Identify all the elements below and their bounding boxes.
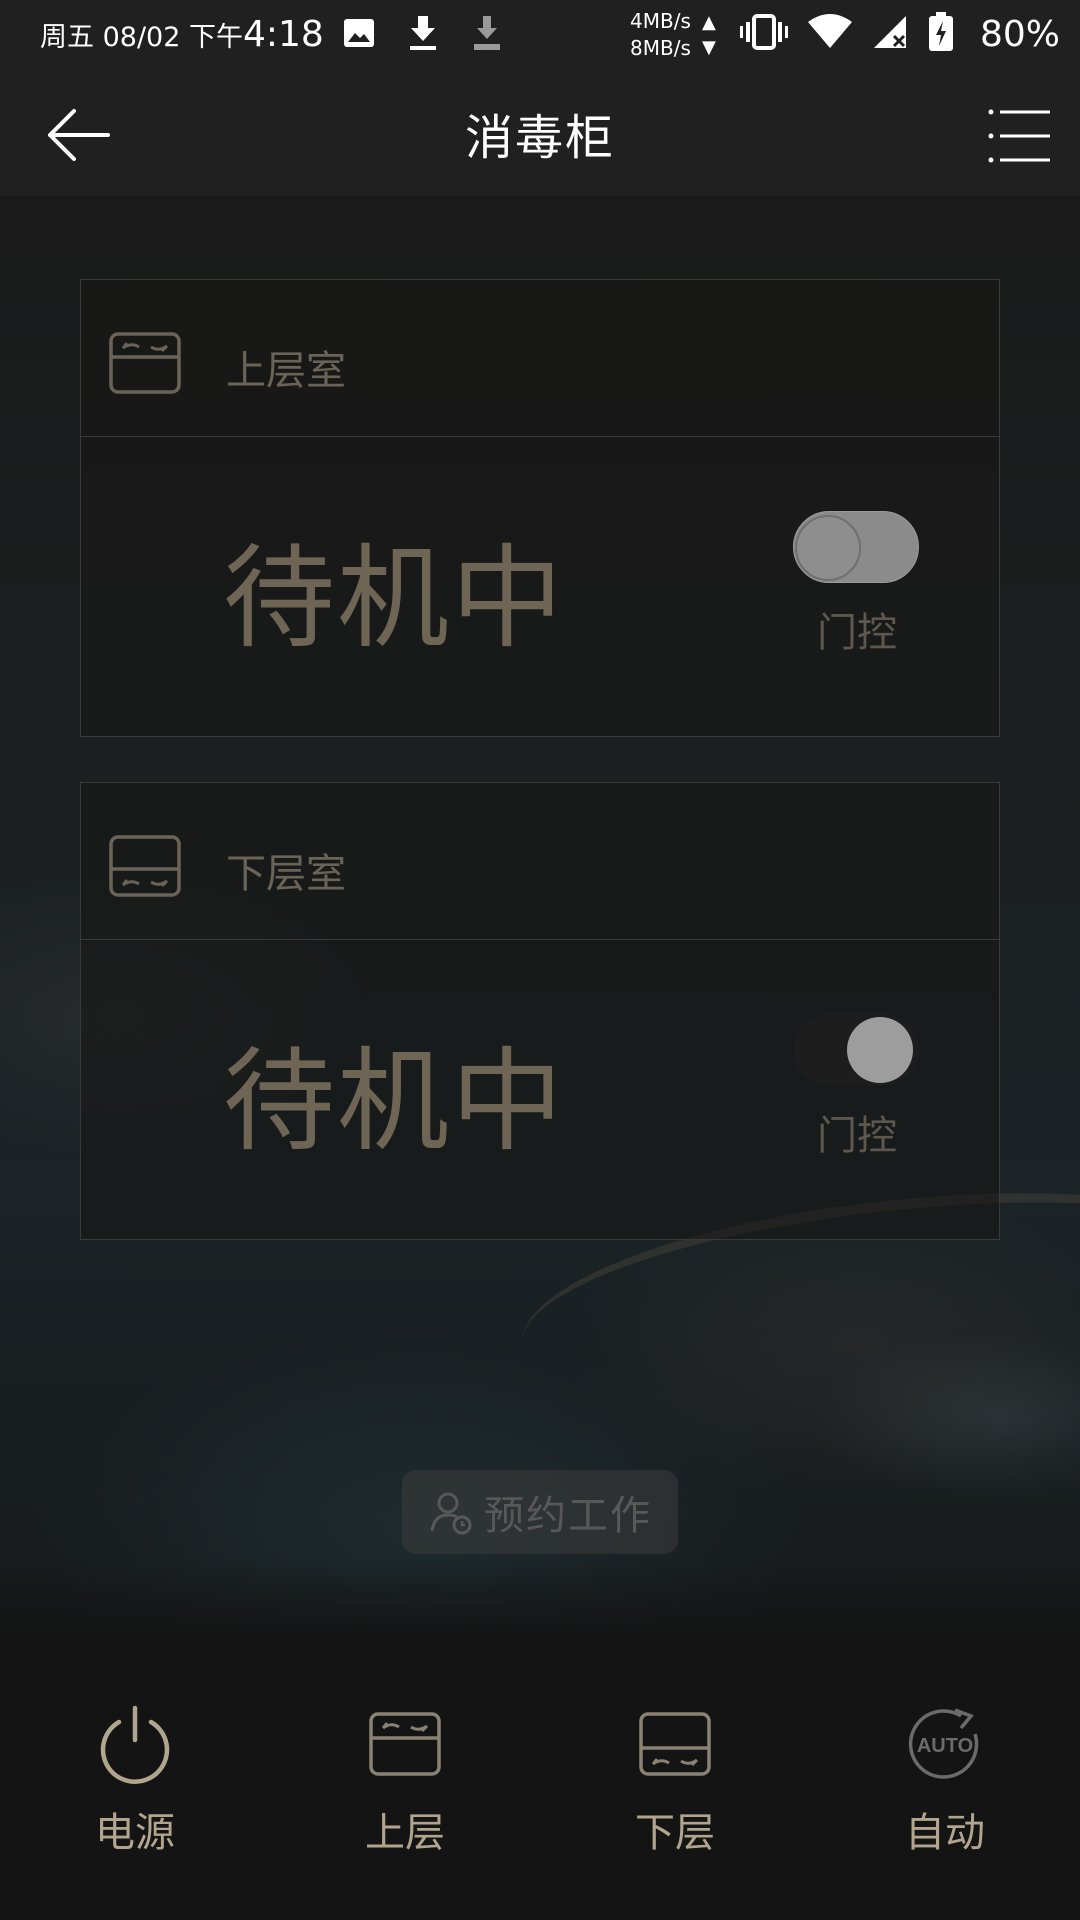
door-control-label: 门控 (817, 610, 897, 656)
nav-upper[interactable]: 上层 (315, 1704, 495, 1874)
notification-icons (340, 14, 506, 52)
status-datetime: 周五 08/02 下午4:18 (40, 14, 324, 55)
lower-chamber-icon (109, 835, 181, 897)
power-icon (100, 1705, 170, 1784)
schedule-button[interactable]: 预约工作 (402, 1470, 678, 1554)
door-control-toggle[interactable] (793, 1014, 919, 1086)
nav-power[interactable]: 电源 (45, 1704, 225, 1874)
lower-chamber-card: 下层室 待机中 门控 (80, 782, 1000, 1240)
network-speed: 4MB/s 8MB/s (630, 8, 691, 62)
wifi-icon (808, 14, 852, 54)
schedule-label: 预约工作 (484, 1493, 652, 1539)
door-control-toggle[interactable] (793, 511, 919, 583)
nav-label: 下层 (635, 1810, 715, 1856)
status-date: 周五 08/02 下午 (40, 22, 243, 53)
upper-chamber-icon (369, 1712, 441, 1776)
page-title: 消毒柜 (464, 110, 615, 166)
vibrate-icon (740, 12, 788, 56)
nav-auto[interactable]: AUTO 自动 (855, 1704, 1035, 1874)
upper-chamber-icon (109, 332, 181, 394)
chamber-label: 下层室 (226, 851, 346, 897)
chamber-status: 待机中 (223, 534, 565, 664)
user-clock-icon (430, 1492, 472, 1535)
background-fade (0, 1560, 1080, 1640)
nav-label: 自动 (905, 1810, 985, 1856)
lower-chamber-icon (639, 1712, 711, 1776)
battery-charging-icon (928, 12, 954, 56)
door-control-label: 门控 (817, 1113, 897, 1159)
download-pending-icon (468, 14, 506, 52)
upper-chamber-card: 上层室 待机中 门控 (80, 279, 1000, 737)
nav-label: 上层 (365, 1810, 445, 1856)
svg-text:AUTO: AUTO (917, 1735, 973, 1757)
speed-down: 8MB/s (630, 36, 691, 60)
nav-label: 电源 (95, 1810, 175, 1856)
speed-up: 4MB/s (630, 9, 691, 33)
app-screen: 周五 08/02 下午4:18 4MB/s 8MB/s ▲ ▼ 80% 消毒柜 … (0, 0, 1080, 1920)
lower-chamber-header: 下层室 (81, 783, 999, 940)
auto-cycle-icon: AUTO (908, 1708, 979, 1779)
list-menu-icon (988, 109, 1050, 163)
image-icon (340, 14, 378, 52)
battery-percent: 80% (980, 13, 1061, 55)
upper-chamber-header: 上层室 (81, 280, 999, 437)
chamber-label: 上层室 (226, 348, 346, 394)
nav-lower[interactable]: 下层 (585, 1704, 765, 1874)
app-header: 消毒柜 (0, 70, 1080, 196)
menu-button[interactable] (988, 106, 1052, 166)
toggle-knob (847, 1017, 913, 1083)
data-arrows-icon: ▲ ▼ (702, 12, 716, 58)
status-bar: 周五 08/02 下午4:18 4MB/s 8MB/s ▲ ▼ 80% (0, 0, 1080, 70)
status-time: 4:18 (242, 14, 324, 55)
download-icon (404, 14, 442, 52)
system-icons: 80% (740, 12, 1060, 56)
toggle-knob (795, 515, 861, 581)
bottom-nav: 电源 上层 下层 AUTO 自动 (0, 1632, 1080, 1920)
signal-no-service-icon (872, 14, 908, 54)
chamber-status: 待机中 (223, 1037, 565, 1167)
